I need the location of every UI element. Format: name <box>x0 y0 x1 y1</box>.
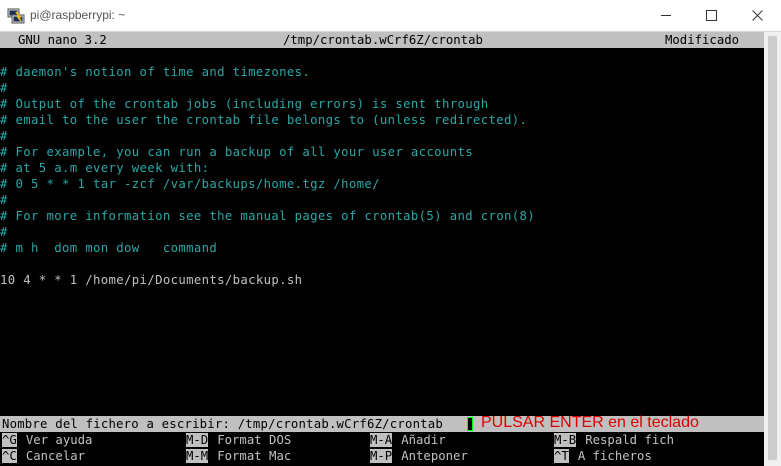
editor-line-4: # email to the user the crontab file bel… <box>0 113 528 127</box>
shortcut-key: M-P <box>370 449 393 463</box>
terminal-screen[interactable]: GNU nano 3.2 /tmp/crontab.wCrf6Z/crontab… <box>0 32 764 466</box>
close-button[interactable] <box>735 0 780 31</box>
terminal-scrollbar[interactable] <box>764 32 781 466</box>
editor-line-3: # Output of the crontab jobs (including … <box>0 97 489 111</box>
nano-version: GNU nano 3.2 <box>18 33 107 47</box>
filename-prompt-input[interactable]: Nombre del fichero a escribir: /tmp/cron… <box>2 416 443 432</box>
shortcut-label: Cancelar <box>25 449 86 463</box>
shortcut-key: M-B <box>554 433 577 447</box>
editor-line-7: # at 5 a.m every week with: <box>0 161 210 175</box>
shortcut-label: Ver ayuda <box>25 433 93 447</box>
putty-icon <box>7 8 25 24</box>
shortcut-label: Añadir <box>401 433 446 447</box>
shortcut-prepend[interactable]: M-P Anteponer <box>370 448 468 464</box>
editor-line-9: # <box>0 193 8 207</box>
shortcut-label: A ficheros <box>577 449 652 463</box>
text-cursor <box>467 417 473 431</box>
editor-line-14: 10 4 * * 1 /home/pi/Documents/backup.sh <box>0 273 303 287</box>
nano-modified-status: Modificado <box>665 33 740 47</box>
shortcut-append[interactable]: M-A Añadir <box>370 432 446 448</box>
annotation-press-enter: PULSAR ENTER en el teclado <box>481 414 699 431</box>
shortcut-backup-file[interactable]: M-B Respald fich <box>554 432 674 448</box>
shortcut-key: M-M <box>186 449 209 463</box>
nano-title-bar: GNU nano 3.2 /tmp/crontab.wCrf6Z/crontab… <box>0 32 764 48</box>
shortcut-key: M-A <box>370 433 393 447</box>
editor-line-6: # For example, you can run a backup of a… <box>0 145 473 159</box>
editor-line-1: # daemon's notion of time and timezones. <box>0 65 311 79</box>
minimize-icon <box>661 15 671 16</box>
editor-line-5: # <box>0 129 8 143</box>
shortcut-cancel[interactable]: ^C Cancelar <box>2 448 85 464</box>
shortcut-key: ^G <box>2 433 17 447</box>
shortcut-key: ^T <box>554 449 569 463</box>
shortcut-to-files[interactable]: ^T A ficheros <box>554 448 652 464</box>
window-titlebar: pi@raspberrypi: ~ <box>0 0 781 32</box>
shortcut-label: Format DOS <box>217 433 292 447</box>
nano-filename: /tmp/crontab.wCrf6Z/crontab <box>283 33 483 47</box>
editor-line-2: # <box>0 81 8 95</box>
shortcut-dos-format[interactable]: M-D Format DOS <box>186 432 291 448</box>
shortcut-label: Anteponer <box>401 449 468 463</box>
filename-prompt-bar[interactable]: Nombre del fichero a escribir: /tmp/cron… <box>0 414 764 432</box>
editor-line-11: # <box>0 225 8 239</box>
close-icon <box>752 10 763 21</box>
shortcut-label: Respald fich <box>585 433 675 447</box>
maximize-icon <box>706 10 717 21</box>
shortcut-mac-format[interactable]: M-M Format Mac <box>186 448 291 464</box>
editor-line-10: # For more information see the manual pa… <box>0 209 535 223</box>
shortcut-help[interactable]: ^G Ver ayuda <box>2 432 92 448</box>
scrollbar-thumb[interactable] <box>768 36 777 460</box>
shortcut-label: Format Mac <box>217 449 292 463</box>
shortcut-key: ^C <box>2 449 17 463</box>
editor-line-12: # m h dom mon dow command <box>0 241 218 255</box>
editor-line-8: # 0 5 * * 1 tar -zcf /var/backups/home.t… <box>0 177 380 191</box>
shortcut-key: M-D <box>186 433 209 447</box>
minimize-button[interactable] <box>644 0 689 31</box>
window-title: pi@raspberrypi: ~ <box>30 8 126 22</box>
maximize-button[interactable] <box>689 0 734 31</box>
